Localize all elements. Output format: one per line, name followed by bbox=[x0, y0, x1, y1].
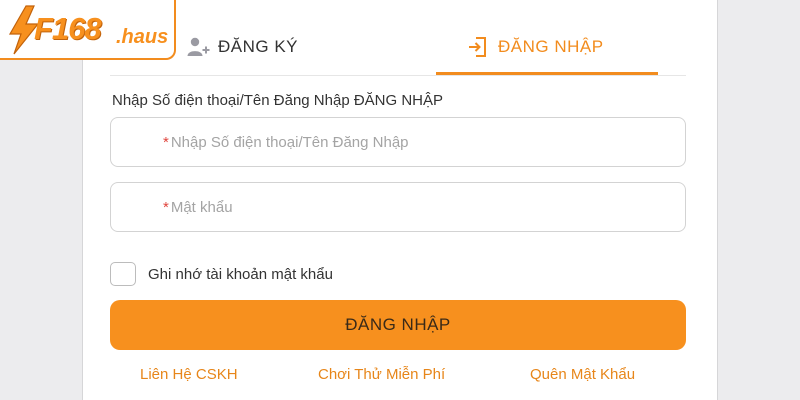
tab-divider bbox=[110, 75, 686, 76]
panel-border-right bbox=[717, 0, 718, 400]
tab-register-label: ĐĂNG KÝ bbox=[218, 37, 299, 56]
logo-domain: .haus bbox=[116, 26, 169, 48]
username-field[interactable]: * Nhập Số điện thoại/Tên Đăng Nhập bbox=[110, 117, 686, 167]
login-button[interactable]: ĐĂNG NHẬP bbox=[110, 300, 686, 350]
username-placeholder: Nhập Số điện thoại/Tên Đăng Nhập bbox=[170, 133, 409, 151]
remember-label: Ghi nhớ tài khoản mật khẩu bbox=[148, 265, 333, 283]
forgot-password-link[interactable]: Quên Mật Khẩu bbox=[530, 366, 635, 383]
form-heading: Nhập Số điện thoại/Tên Đăng Nhập ĐĂNG NH… bbox=[112, 92, 444, 109]
required-marker: * bbox=[163, 133, 169, 151]
login-icon bbox=[469, 37, 486, 57]
site-logo[interactable]: F168 .haus bbox=[0, 0, 176, 60]
remember-checkbox[interactable] bbox=[110, 262, 136, 286]
support-link[interactable]: Liên Hệ CSKH bbox=[140, 366, 238, 383]
tab-login[interactable]: ĐĂNG NHẬP bbox=[466, 30, 604, 64]
required-marker: * bbox=[163, 198, 169, 216]
user-plus-icon bbox=[187, 37, 210, 56]
tab-register[interactable]: ĐĂNG KÝ bbox=[186, 30, 298, 64]
free-trial-link[interactable]: Chơi Thử Miễn Phí bbox=[318, 366, 445, 383]
remember-option[interactable]: Ghi nhớ tài khoản mật khẩu bbox=[110, 262, 333, 286]
password-field[interactable]: * Mật khẩu bbox=[110, 182, 686, 232]
panel-border-left bbox=[82, 0, 83, 400]
tab-login-label: ĐĂNG NHẬP bbox=[498, 37, 604, 56]
logo-text: F168 bbox=[34, 11, 102, 46]
password-placeholder: Mật khẩu bbox=[170, 198, 233, 216]
